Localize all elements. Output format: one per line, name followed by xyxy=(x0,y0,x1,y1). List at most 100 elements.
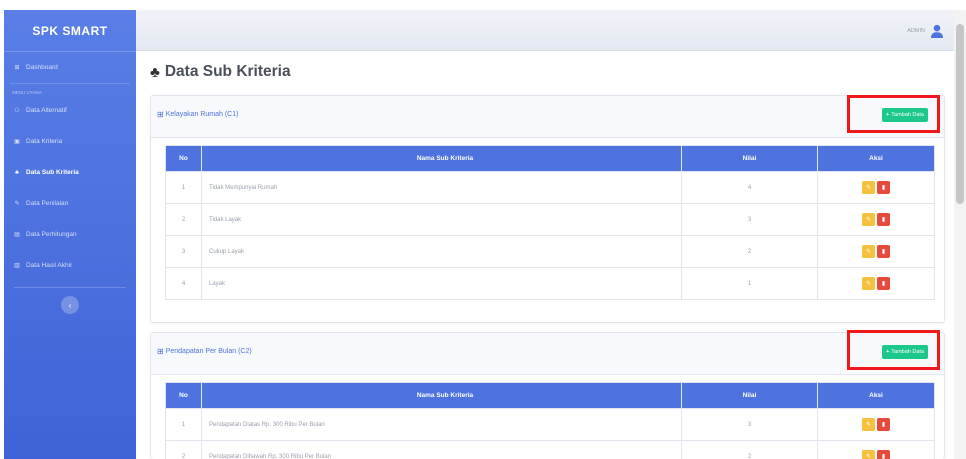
sidebar-item-label: Data Penilaian xyxy=(26,200,69,207)
delete-button[interactable]: ▮ xyxy=(877,245,890,258)
delete-button[interactable]: ▮ xyxy=(877,418,890,431)
sidebar-item-label: Dashboard xyxy=(26,64,58,71)
dashboard-icon: ⊞ xyxy=(14,65,20,71)
cell-name: Pendapatan Dibawah Rp. 300 Ribu Per Bula… xyxy=(201,440,682,459)
edit-icon: ✎ xyxy=(865,281,872,287)
delete-button[interactable]: ▮ xyxy=(877,213,890,226)
edit-button[interactable]: ✎ xyxy=(862,277,875,290)
sidebar-item-label: Data Kriteria xyxy=(26,138,63,145)
app-window: SPK SMART ⊞ Dashboard MENU UTAMA ⚇ Data … xyxy=(0,0,966,459)
cell-no: 4 xyxy=(165,267,202,300)
table-row: 2 Tidak Layak 3 ✎ ▮ xyxy=(165,203,935,236)
cell-no: 3 xyxy=(165,235,202,268)
trash-icon: ▮ xyxy=(881,185,886,191)
cell-value: 4 xyxy=(681,171,818,204)
cell-value: 1 xyxy=(681,267,818,300)
table-header-row: No Nama Sub Kriteria Nilai Aksi xyxy=(165,145,935,172)
column-header-value: Nilai xyxy=(681,382,818,409)
sidebar-item-label: Data Hasil Akhir xyxy=(26,262,73,269)
cell-actions: ✎ ▮ xyxy=(817,171,935,204)
criteria-card-c1: ⊞ Kelayakan Rumah (C1) + Tambah Data No … xyxy=(150,95,945,323)
edit-icon: ✎ xyxy=(865,185,872,191)
table-row: 2 Pendapatan Dibawah Rp. 300 Ribu Per Bu… xyxy=(165,440,935,459)
cell-actions: ✎ ▮ xyxy=(817,408,935,441)
cubes-icon: ♣ xyxy=(15,169,19,176)
column-header-action: Aksi xyxy=(817,382,935,409)
highlight-box xyxy=(847,330,940,370)
edit-button[interactable]: ✎ xyxy=(862,213,875,226)
cell-name: Pendapatan Diatas Rp. 300 Ribu Per Bulan xyxy=(201,408,682,441)
sidebar-item-data-hasil-akhir[interactable]: ▥ Data Hasil Akhir xyxy=(4,250,136,281)
sidebar-item-data-penilaian[interactable]: ✎ Data Penilaian xyxy=(4,188,136,219)
cell-value: 3 xyxy=(681,408,818,441)
trash-icon: ▮ xyxy=(881,249,886,255)
calculator-icon: ▤ xyxy=(14,232,20,238)
edit-button[interactable]: ✎ xyxy=(862,245,875,258)
sub-criteria-table: No Nama Sub Kriteria Nilai Aksi 1 Tidak … xyxy=(165,145,935,300)
column-header-name: Nama Sub Kriteria xyxy=(201,382,682,409)
edit-button[interactable]: ✎ xyxy=(862,418,875,431)
brand-logo[interactable]: SPK SMART xyxy=(4,10,136,52)
column-header-no: No xyxy=(165,145,202,172)
sidebar-item-data-sub-kriteria[interactable]: ♣ Data Sub Kriteria xyxy=(4,157,136,188)
table-row: 3 Cukup Layak 2 ✎ ▮ xyxy=(165,235,935,268)
chart-icon: ▥ xyxy=(14,263,20,269)
column-header-action: Aksi xyxy=(817,145,935,172)
scrollbar-thumb[interactable] xyxy=(956,24,964,204)
sidebar-item-label: Data Perhitungan xyxy=(26,231,77,238)
edit-icon: ✎ xyxy=(14,201,20,207)
table-row: 1 Tidak Mempunyai Rumah 4 ✎ ▮ xyxy=(165,171,935,204)
edit-icon: ✎ xyxy=(865,454,872,459)
sidebar-item-label: Data Alternatif xyxy=(26,107,67,114)
cell-no: 2 xyxy=(165,440,202,459)
sidebar-item-data-alternatif[interactable]: ⚇ Data Alternatif xyxy=(4,95,136,126)
card-title-text: Pendapatan Per Bulan (C2) xyxy=(165,348,252,355)
user-menu[interactable]: ADMIN xyxy=(907,24,944,38)
cell-actions: ✎ ▮ xyxy=(817,203,935,236)
topbar: ADMIN xyxy=(136,10,954,51)
sub-criteria-table: No Nama Sub Kriteria Nilai Aksi 1 Pendap… xyxy=(165,382,935,459)
cell-no: 2 xyxy=(165,203,202,236)
table-icon: ⊞ xyxy=(157,347,164,356)
edit-button[interactable]: ✎ xyxy=(862,181,875,194)
users-icon: ⚇ xyxy=(14,108,20,114)
cell-name: Cukup Layak xyxy=(201,235,682,268)
cubes-icon: ♣ xyxy=(150,63,160,81)
cell-no: 1 xyxy=(165,171,202,204)
delete-button[interactable]: ▮ xyxy=(877,277,890,290)
sidebar-item-data-kriteria[interactable]: ▣ Data Kriteria xyxy=(4,126,136,157)
edit-icon: ✎ xyxy=(865,422,872,428)
sidebar-toggle-button[interactable]: ‹ xyxy=(61,296,79,314)
edit-icon: ✎ xyxy=(865,217,872,223)
column-header-no: No xyxy=(165,382,202,409)
edit-button[interactable]: ✎ xyxy=(862,450,875,459)
card-title: ⊞ Pendapatan Per Bulan (C2) xyxy=(157,347,252,356)
page-title: ♣ Data Sub Kriteria xyxy=(150,63,291,81)
criteria-card-c2: ⊞ Pendapatan Per Bulan (C2) + Tambah Dat… xyxy=(150,330,945,459)
sidebar-section-heading: MENU UTAMA xyxy=(10,83,130,95)
trash-icon: ▮ xyxy=(881,281,886,287)
sidebar-item-data-perhitungan[interactable]: ▤ Data Perhitungan xyxy=(4,219,136,250)
table-row: 4 Layak 1 ✎ ▮ xyxy=(165,267,935,300)
page-scrollbar[interactable] xyxy=(954,10,966,459)
table-icon: ⊞ xyxy=(157,110,164,119)
card-title: ⊞ Kelayakan Rumah (C1) xyxy=(157,110,238,119)
delete-button[interactable]: ▮ xyxy=(877,181,890,194)
sidebar-item-label: Data Sub Kriteria xyxy=(26,169,79,176)
card-header: ⊞ Kelayakan Rumah (C1) + Tambah Data xyxy=(151,95,944,138)
sidebar-divider xyxy=(14,287,126,288)
card-header: ⊞ Pendapatan Per Bulan (C2) + Tambah Dat… xyxy=(151,330,944,375)
cell-value: 3 xyxy=(681,203,818,236)
cell-actions: ✎ ▮ xyxy=(817,440,935,459)
delete-button[interactable]: ▮ xyxy=(877,450,890,459)
cell-value: 2 xyxy=(681,235,818,268)
trash-icon: ▮ xyxy=(881,422,886,428)
sidebar-item-dashboard[interactable]: ⊞ Dashboard xyxy=(4,52,136,83)
cube-icon: ▣ xyxy=(14,139,20,145)
sidebar: SPK SMART ⊞ Dashboard MENU UTAMA ⚇ Data … xyxy=(4,10,136,459)
cell-name: Layak xyxy=(201,267,682,300)
edit-icon: ✎ xyxy=(865,249,872,255)
card-title-text: Kelayakan Rumah (C1) xyxy=(165,111,239,118)
cell-actions: ✎ ▮ xyxy=(817,267,935,300)
cell-value: 2 xyxy=(681,440,818,459)
